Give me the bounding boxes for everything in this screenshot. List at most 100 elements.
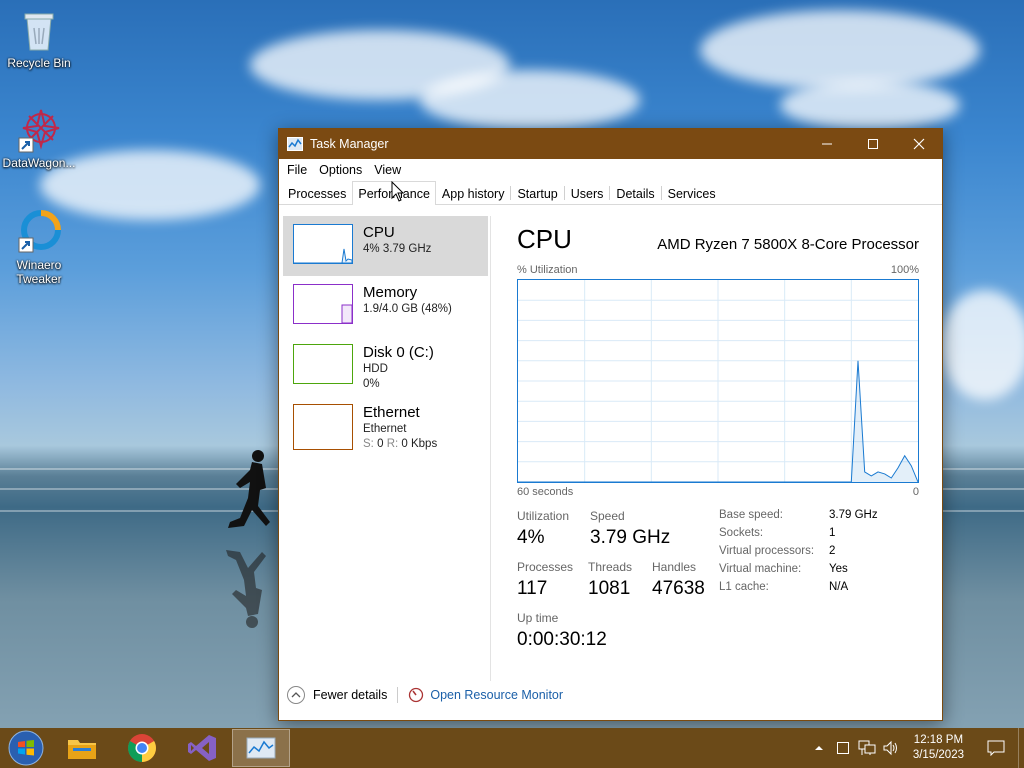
- disk-thumbnail-graph: [293, 344, 353, 384]
- send-value: 0: [377, 438, 384, 450]
- stat-processes: Processes 117: [517, 560, 573, 600]
- tab-strip: Processes Performance App history Startu…: [279, 181, 942, 205]
- graph-x-end: 0: [912, 486, 919, 498]
- stat-label: Speed: [590, 509, 625, 523]
- close-button[interactable]: [896, 129, 942, 159]
- maximize-button[interactable]: [850, 129, 896, 159]
- visual-studio-icon: [188, 735, 216, 761]
- window-icon: [836, 742, 849, 754]
- maximize-icon: [868, 139, 878, 149]
- spec-row: Virtual processors: 2: [719, 545, 878, 563]
- collapse-button[interactable]: [287, 686, 305, 704]
- footer-divider: [397, 687, 399, 703]
- footer-bar: Fewer details Open Resource Monitor: [287, 686, 563, 704]
- fewer-details-link[interactable]: Fewer details: [313, 688, 387, 702]
- resource-list: CPU 4% 3.79 GHz Memory 1.9/4.0 GB (48%): [283, 216, 488, 462]
- tab-users[interactable]: Users: [565, 182, 610, 204]
- menu-view[interactable]: View: [368, 163, 407, 177]
- start-button[interactable]: [0, 728, 52, 768]
- spec-value: 1: [829, 527, 836, 539]
- menu-file[interactable]: File: [281, 163, 313, 177]
- mouse-cursor: [391, 181, 405, 202]
- tab-details[interactable]: Details: [610, 182, 660, 204]
- desktop-icon-datawagon[interactable]: DataWagon...: [1, 106, 77, 170]
- resource-title: Memory: [363, 284, 418, 301]
- task-manager-icon: [287, 137, 303, 151]
- performance-panel: CPU 4% 3.79 GHz Memory 1.9/4.0 GB (48%): [279, 206, 942, 720]
- taskbar-chrome[interactable]: [112, 728, 172, 768]
- minimize-icon: [822, 143, 832, 145]
- network-icon: [858, 740, 876, 755]
- resource-detail: 4% 3.79 GHz: [363, 243, 432, 255]
- taskbar-file-explorer[interactable]: [52, 728, 112, 768]
- notifications-button[interactable]: [974, 728, 1018, 768]
- close-icon: [913, 138, 925, 150]
- stat-label: Utilization: [517, 509, 570, 523]
- resource-detail: S: 0 R: 0 Kbps: [363, 437, 437, 452]
- network-button[interactable]: [855, 728, 879, 768]
- resource-item-cpu[interactable]: CPU 4% 3.79 GHz: [283, 216, 488, 276]
- stat-speed: Speed 3.79 GHz: [590, 509, 670, 549]
- open-resource-monitor-link[interactable]: Open Resource Monitor: [430, 688, 563, 702]
- menu-bar: File Options View: [279, 159, 942, 181]
- taskbar-task-manager[interactable]: [232, 729, 290, 767]
- spec-row: Base speed: 3.79 GHz: [719, 509, 878, 527]
- spec-key: Virtual machine:: [719, 563, 802, 575]
- tab-services[interactable]: Services: [662, 182, 722, 204]
- cpu-mini-graph: [294, 248, 353, 264]
- show-desktop-button[interactable]: [1018, 728, 1024, 768]
- cpu-graph-svg: [518, 280, 919, 483]
- resource-item-disk[interactable]: Disk 0 (C:) HDD 0%: [283, 336, 488, 396]
- tab-app-history[interactable]: App history: [436, 182, 511, 204]
- resource-monitor-icon: [409, 687, 424, 703]
- datawagon-icon: [18, 109, 60, 153]
- send-label: S:: [363, 438, 374, 450]
- taskbar: 12:18 PM 3/15/2023: [0, 728, 1024, 768]
- show-hidden-icons-button[interactable]: [807, 728, 831, 768]
- minimize-button[interactable]: [804, 129, 850, 159]
- menu-options[interactable]: Options: [313, 163, 368, 177]
- spec-key: Sockets:: [719, 527, 764, 539]
- stat-handles: Handles 47638: [652, 560, 705, 600]
- taskbar-visual-studio[interactable]: [172, 728, 232, 768]
- clock[interactable]: 12:18 PM 3/15/2023: [903, 733, 974, 763]
- chevron-up-icon: [291, 692, 301, 698]
- spec-value: Yes: [829, 563, 848, 575]
- clock-date: 3/15/2023: [912, 749, 964, 761]
- window-title: Task Manager: [310, 137, 389, 151]
- tab-processes[interactable]: Processes: [282, 182, 352, 204]
- folder-icon: [68, 740, 96, 759]
- desktop-icon-label: Recycle Bin: [7, 56, 71, 70]
- stat-uptime: Up time 0:00:30:12: [517, 611, 607, 651]
- desktop-icon-winaero-tweaker[interactable]: Winaero Tweaker: [1, 208, 77, 286]
- spec-key: L1 cache:: [719, 581, 769, 593]
- tab-startup[interactable]: Startup: [511, 182, 563, 204]
- panel-divider: [490, 216, 491, 681]
- chevron-up-icon: [814, 746, 823, 750]
- spec-value: N/A: [829, 581, 849, 593]
- graph-y-max: 100%: [890, 264, 919, 276]
- spec-row: L1 cache: N/A: [719, 581, 878, 599]
- resource-title: Disk 0 (C:): [363, 344, 434, 361]
- windows-logo-icon: [8, 730, 44, 766]
- resource-item-ethernet[interactable]: Ethernet Ethernet S: 0 R: 0 Kbps: [283, 396, 488, 462]
- tray-app-button[interactable]: [831, 728, 855, 768]
- stat-label: Processes: [517, 560, 574, 574]
- resource-item-memory[interactable]: Memory 1.9/4.0 GB (48%): [283, 276, 488, 336]
- resource-title: Ethernet: [363, 404, 420, 421]
- resource-detail: 0%: [363, 378, 380, 390]
- resource-detail: HDD: [363, 363, 388, 375]
- system-tray: 12:18 PM 3/15/2023: [807, 728, 1024, 768]
- receive-value: 0 Kbps: [401, 438, 438, 450]
- title-bar[interactable]: Task Manager: [279, 129, 942, 159]
- desktop-icon-recycle-bin[interactable]: Recycle Bin: [1, 6, 77, 70]
- spec-key: Base speed:: [719, 509, 783, 521]
- stat-value: 4%: [517, 527, 545, 548]
- stat-label: Handles: [652, 560, 697, 574]
- clock-time: 12:18 PM: [913, 734, 964, 746]
- stat-label: Threads: [588, 560, 633, 574]
- volume-button[interactable]: [879, 728, 903, 768]
- chrome-icon: [128, 734, 156, 762]
- runner-silhouette: [228, 450, 270, 528]
- cpu-utilization-graph: [517, 279, 919, 483]
